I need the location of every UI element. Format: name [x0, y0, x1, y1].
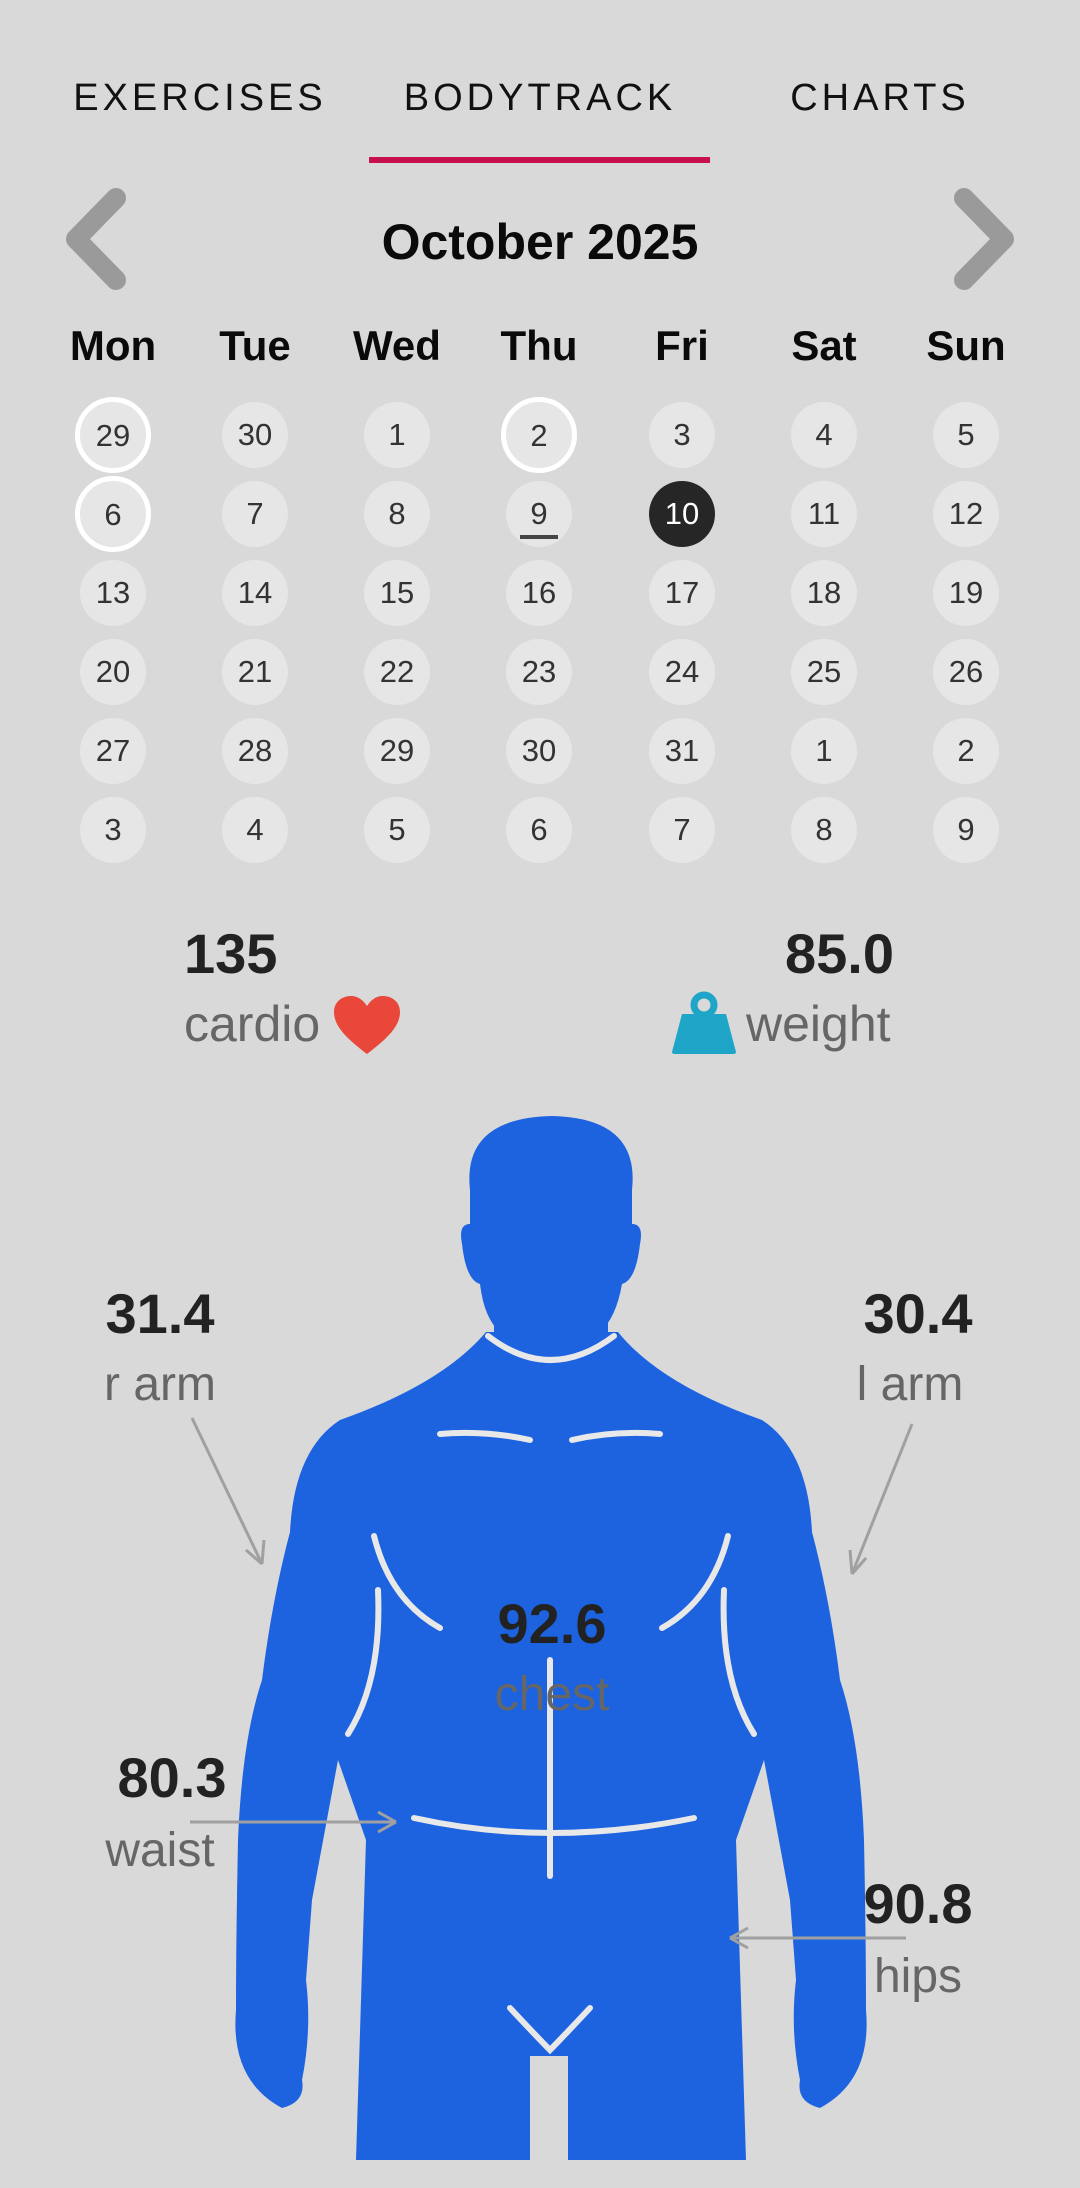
chest-label: chest	[494, 1668, 610, 1721]
leg-gap	[530, 2056, 568, 2166]
r-arm-value[interactable]: 31.4	[50, 1282, 270, 1346]
l-arm-label: l arm	[856, 1358, 964, 1411]
l-arm-value[interactable]: 30.4	[808, 1282, 1028, 1346]
bodytrack-screen: EXERCISES BODYTRACK CHARTS October 2025 …	[0, 0, 1080, 2188]
r-arm-label: r arm	[104, 1358, 216, 1411]
waist-value[interactable]: 80.3	[62, 1746, 282, 1810]
hips-value[interactable]: 90.8	[808, 1872, 1028, 1936]
hips-label: hips	[873, 1950, 963, 2003]
waist-label: waist	[105, 1824, 215, 1877]
chest-value[interactable]: 92.6	[442, 1592, 662, 1656]
